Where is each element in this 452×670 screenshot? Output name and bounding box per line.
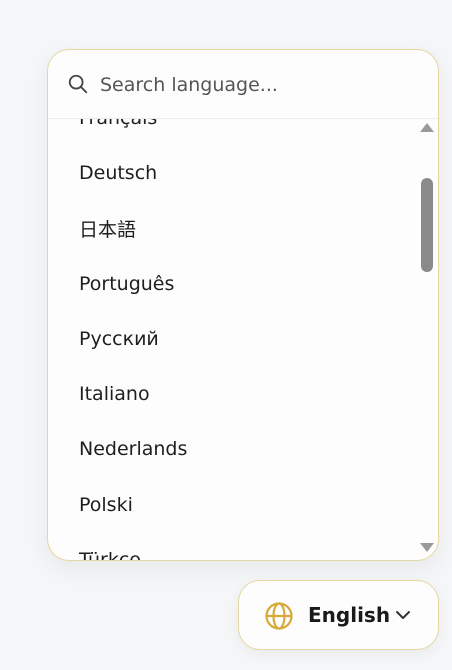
language-option-russian[interactable]: Русский <box>48 311 438 366</box>
search-icon <box>68 74 88 94</box>
scroll-down-arrow-icon[interactable] <box>420 543 434 552</box>
search-bar <box>48 50 438 119</box>
language-option-german[interactable]: Deutsch <box>48 145 438 200</box>
language-switcher: Français Deutsch 日本語 Português Русский I… <box>0 0 452 670</box>
scrollbar-thumb[interactable] <box>421 178 433 272</box>
globe-icon <box>265 602 293 630</box>
language-option-japanese[interactable]: 日本語 <box>48 201 438 256</box>
language-option-turkish[interactable]: Türkçe <box>48 532 438 560</box>
chevron-down-icon <box>396 611 410 619</box>
language-select-button[interactable]: English <box>238 580 439 650</box>
language-option-french[interactable]: Français <box>48 119 438 145</box>
language-list[interactable]: Français Deutsch 日本語 Português Русский I… <box>48 119 438 560</box>
language-option-dutch[interactable]: Nederlands <box>48 422 438 477</box>
search-input[interactable] <box>100 70 400 100</box>
language-option-italian[interactable]: Italiano <box>48 366 438 421</box>
current-language-label: English <box>308 603 391 627</box>
scroll-up-arrow-icon[interactable] <box>420 123 434 132</box>
language-dropdown: Français Deutsch 日本語 Português Русский I… <box>47 49 439 561</box>
language-option-polish[interactable]: Polski <box>48 477 438 532</box>
language-option-portuguese[interactable]: Português <box>48 256 438 311</box>
